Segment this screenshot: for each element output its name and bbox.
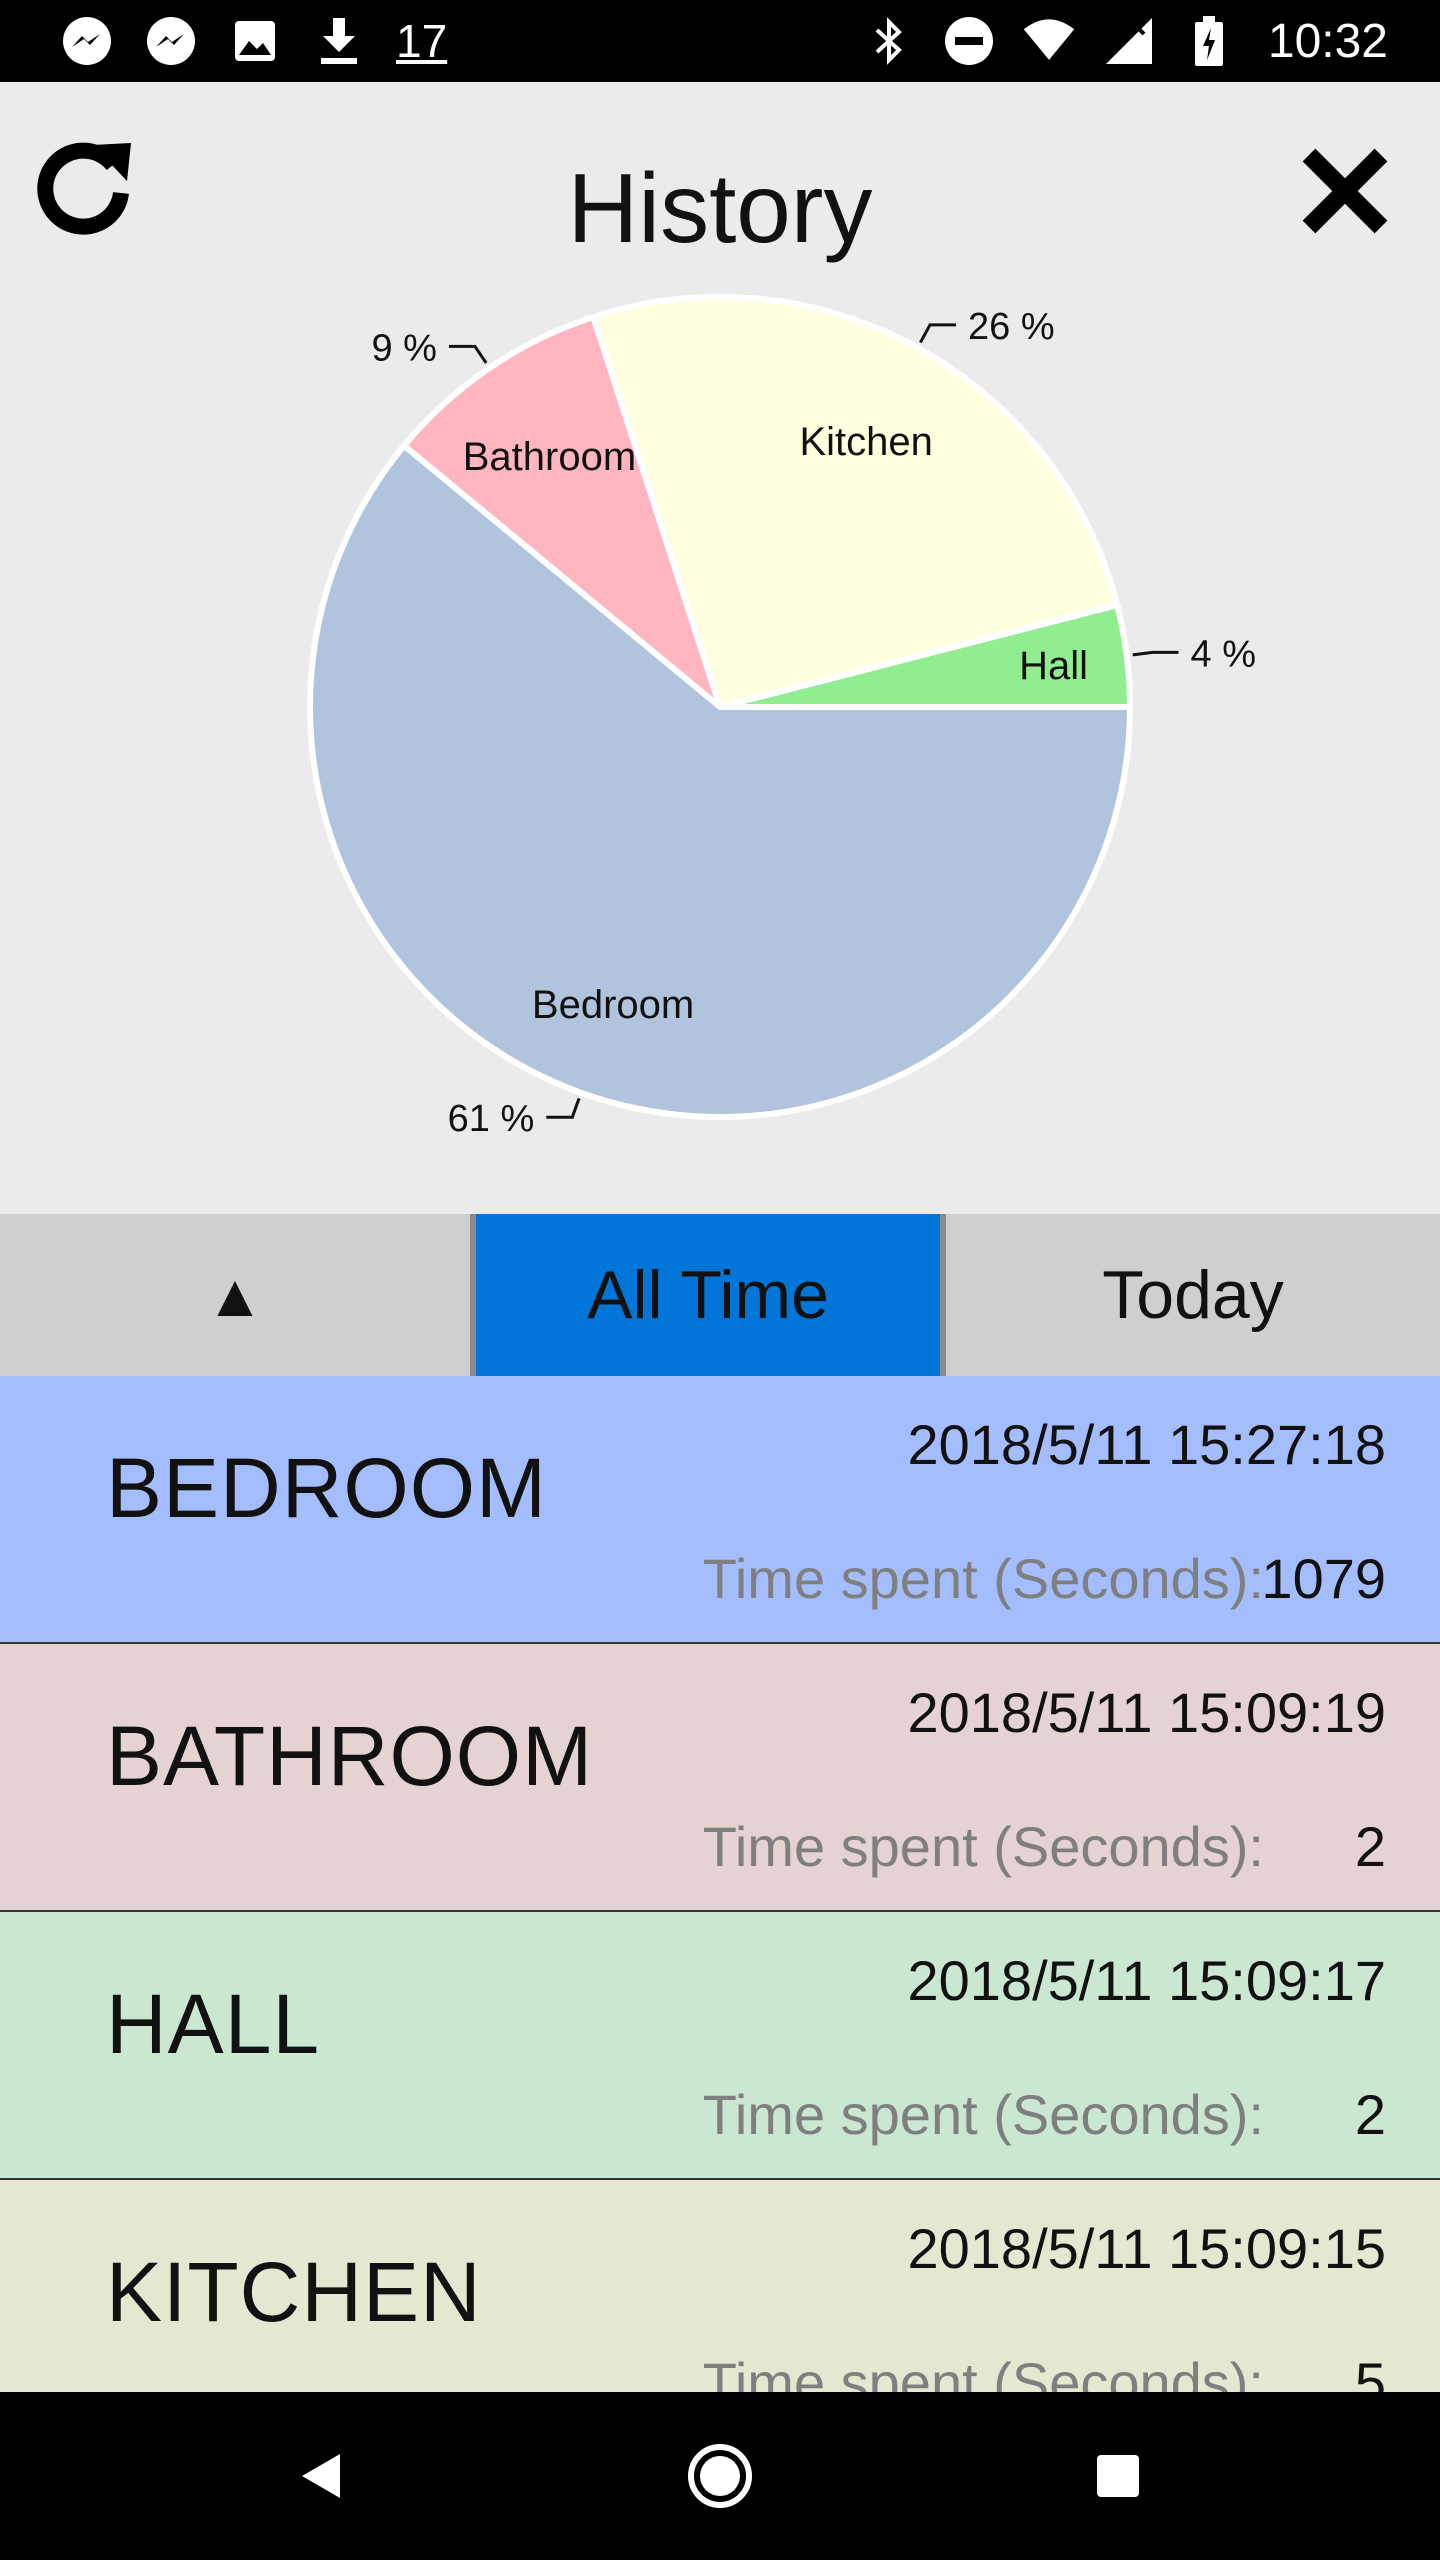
slice-label-bathroom: Bathroom bbox=[463, 435, 636, 479]
status-bar-left: 17 bbox=[60, 14, 447, 68]
history-row-hall[interactable]: HALL 2018/5/11 15:09:17 Time spent (Seco… bbox=[0, 1912, 1440, 2180]
time-spent-label: Time spent (Seconds): bbox=[702, 1815, 1264, 1878]
history-row-bedroom[interactable]: BEDROOM 2018/5/11 15:27:18 Time spent (S… bbox=[0, 1376, 1440, 1644]
recents-button[interactable] bbox=[1078, 2436, 1158, 2516]
slice-label-kitchen: Kitchen bbox=[799, 420, 932, 464]
header: History bbox=[0, 82, 1440, 282]
image-icon bbox=[228, 14, 282, 68]
navigation-bar bbox=[0, 2392, 1440, 2560]
close-icon bbox=[1302, 148, 1388, 234]
pie-chart: Hall 4 % Kitchen 26 % Bathroom 9 % Bedroom 61 % bbox=[0, 282, 1440, 1212]
history-row-bathroom[interactable]: BATHROOM 2018/5/11 15:09:19 Time spent (… bbox=[0, 1644, 1440, 1912]
tab-today[interactable]: Today bbox=[946, 1214, 1440, 1376]
page-title: History bbox=[567, 153, 873, 263]
no-signal-icon bbox=[1102, 14, 1156, 68]
percent-label-bedroom: 61 % bbox=[448, 1098, 535, 1140]
percent-label-hall: 4 % bbox=[1191, 633, 1256, 675]
time-spent-value: 1079 bbox=[1261, 1547, 1386, 1610]
close-button[interactable] bbox=[1290, 136, 1400, 246]
bluetooth-icon bbox=[862, 14, 916, 68]
room-name: BEDROOM bbox=[106, 1441, 548, 1535]
percent-label-kitchen: 26 % bbox=[968, 306, 1055, 348]
room-name: HALL bbox=[106, 1977, 321, 2071]
percent-label-bathroom: 9 % bbox=[371, 327, 436, 369]
timestamp: 2018/5/11 15:09:19 bbox=[907, 1681, 1386, 1744]
history-row-kitchen[interactable]: KITCHEN 2018/5/11 15:09:15 Time spent (S… bbox=[0, 2180, 1440, 2392]
calendar-date-indicator: 17 bbox=[396, 15, 448, 67]
filter-tabs: ▲ All Time Today bbox=[0, 1214, 1440, 1376]
tab-all-time[interactable]: All Time bbox=[470, 1214, 946, 1376]
leader-line-bedroom bbox=[546, 1097, 581, 1119]
time-spent-value: 2 bbox=[1354, 1815, 1386, 1878]
leader-line-hall bbox=[1132, 650, 1179, 657]
room-name: BATHROOM bbox=[106, 1709, 594, 1803]
room-name: KITCHEN bbox=[106, 2245, 482, 2339]
time-spent-label: Time spent (Seconds): bbox=[702, 2351, 1264, 2392]
back-button[interactable] bbox=[282, 2436, 362, 2516]
status-bar: 17 10:32 bbox=[0, 0, 1440, 82]
leader-line-bathroom bbox=[448, 344, 488, 364]
time-spent-label: Time spent (Seconds): bbox=[702, 1547, 1264, 1610]
time-spent-value: 5 bbox=[1354, 2351, 1386, 2392]
home-icon bbox=[688, 2444, 752, 2508]
battery-charging-icon bbox=[1182, 14, 1236, 68]
download-icon bbox=[312, 14, 366, 68]
timestamp: 2018/5/11 15:27:18 bbox=[907, 1413, 1386, 1476]
messenger-icon bbox=[144, 14, 198, 68]
time-spent-label: Time spent (Seconds): bbox=[702, 2083, 1264, 2146]
leader-line-kitchen bbox=[919, 323, 957, 344]
messenger-icon bbox=[60, 14, 114, 68]
home-button[interactable] bbox=[680, 2436, 760, 2516]
history-list[interactable]: BEDROOM 2018/5/11 15:27:18 Time spent (S… bbox=[0, 1376, 1440, 2392]
clock: 10:32 bbox=[1267, 14, 1388, 68]
timestamp: 2018/5/11 15:09:17 bbox=[907, 1949, 1386, 2012]
status-bar-right: 10:32 bbox=[862, 14, 1388, 68]
wifi-icon bbox=[1022, 14, 1076, 68]
sort-toggle-button[interactable]: ▲ bbox=[0, 1214, 470, 1376]
time-spent-value: 2 bbox=[1354, 2083, 1386, 2146]
do-not-disturb-icon bbox=[942, 14, 996, 68]
pie-chart-svg: Hall 4 % Kitchen 26 % Bathroom 9 % Bedroom 61 % bbox=[307, 294, 1256, 1140]
recents-icon bbox=[1097, 2455, 1139, 2497]
slice-label-hall: Hall bbox=[1019, 644, 1088, 688]
timestamp: 2018/5/11 15:09:15 bbox=[907, 2217, 1386, 2280]
slice-label-bedroom: Bedroom bbox=[532, 983, 694, 1027]
back-icon bbox=[302, 2454, 340, 2498]
